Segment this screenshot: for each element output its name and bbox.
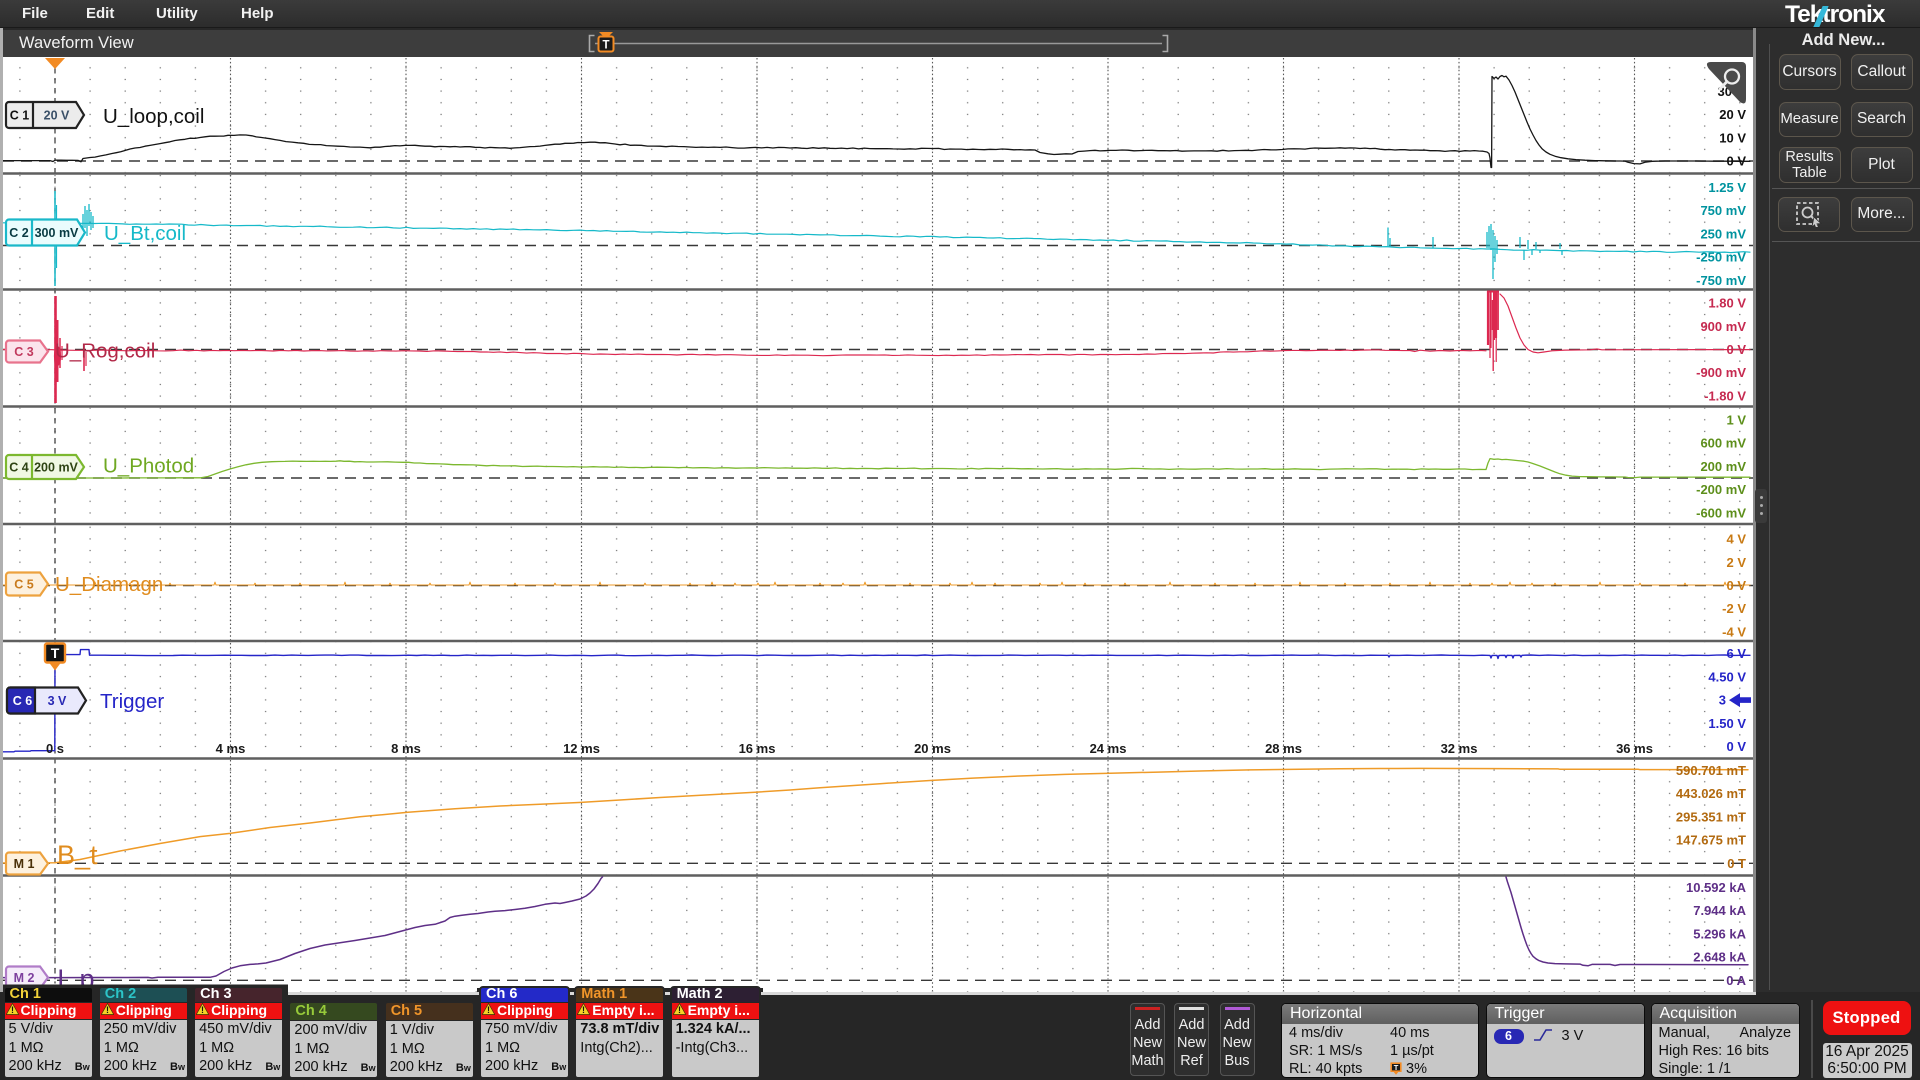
svg-text:0 V: 0 V [1726,342,1746,357]
svg-text:20 ms: 20 ms [914,741,951,756]
svg-text:M 1: M 1 [14,857,35,871]
svg-text:U_loop,coil: U_loop,coil [103,105,204,128]
svg-text:4 ms: 4 ms [216,741,246,756]
svg-text:2.648 kA: 2.648 kA [1693,950,1746,965]
svg-text:T: T [51,645,60,661]
svg-text:1.25 V: 1.25 V [1708,180,1746,195]
svg-text:T: T [602,40,609,52]
svg-text:!: ! [11,1005,14,1015]
svg-text:0 s: 0 s [46,741,64,756]
svg-text:250 mV: 250 mV [1700,226,1746,241]
svg-text:M 2: M 2 [14,971,35,985]
svg-text:C 3: C 3 [14,345,34,359]
svg-text:32 ms: 32 ms [1441,741,1478,756]
svg-text:-600 mV: -600 mV [1696,505,1746,520]
svg-text:2 V: 2 V [1726,555,1746,570]
svg-text:0 V: 0 V [1726,154,1746,169]
svg-text:C 2: C 2 [9,226,29,240]
svg-text:B_t: B_t [57,840,98,870]
svg-text:10.592 kA: 10.592 kA [1686,880,1747,895]
svg-text:900 mV: 900 mV [1700,319,1746,334]
svg-text:!: ! [678,1005,681,1015]
svg-text:-200 mV: -200 mV [1696,482,1746,497]
svg-text:16 ms: 16 ms [739,741,776,756]
svg-text:3 V: 3 V [48,694,67,708]
svg-text:C 6: C 6 [13,694,33,708]
svg-text:5.296 kA: 5.296 kA [1693,926,1746,941]
svg-text:3: 3 [1719,693,1726,708]
svg-text:-1.80 V: -1.80 V [1704,388,1746,403]
svg-text:20 V: 20 V [1719,107,1746,122]
svg-text:1.80 V: 1.80 V [1708,296,1746,311]
svg-text:U_Photod: U_Photod [103,455,194,478]
svg-text:28 ms: 28 ms [1265,741,1302,756]
svg-text:10 V: 10 V [1719,130,1746,145]
svg-text:590.701 mT: 590.701 mT [1676,763,1746,778]
svg-text:C 4: C 4 [9,461,29,475]
svg-text:-2 V: -2 V [1722,601,1746,616]
svg-text:6 V: 6 V [1726,646,1746,661]
svg-text:U_Diamagn: U_Diamagn [55,573,163,596]
svg-text:600 mV: 600 mV [1700,436,1746,451]
svg-text:12 ms: 12 ms [563,741,600,756]
svg-text:0 A: 0 A [1726,973,1746,988]
svg-text:-750 mV: -750 mV [1696,273,1746,288]
svg-text:8 ms: 8 ms [391,741,421,756]
svg-text:1 V: 1 V [1726,413,1746,428]
svg-text:!: ! [487,1005,490,1015]
svg-text:!: ! [106,1005,109,1015]
svg-text:!: ! [582,1005,585,1015]
svg-text:200 mV: 200 mV [1700,459,1746,474]
svg-text:7.944 kA: 7.944 kA [1693,903,1746,918]
svg-text:443.026 mT: 443.026 mT [1676,786,1746,801]
svg-text:36 ms: 36 ms [1616,741,1653,756]
svg-text:!: ! [201,1005,204,1015]
svg-text:20 V: 20 V [44,109,70,123]
svg-text:-250 mV: -250 mV [1696,250,1746,265]
svg-text:0 T: 0 T [1727,856,1746,871]
svg-text:4 V: 4 V [1726,532,1746,547]
svg-text:295.351 mT: 295.351 mT [1676,809,1746,824]
svg-text:300 mV: 300 mV [35,226,79,240]
svg-text:0 V: 0 V [1726,578,1746,593]
svg-text:24 ms: 24 ms [1090,741,1127,756]
svg-text:200 mV: 200 mV [34,461,78,475]
svg-text:0 V: 0 V [1726,739,1746,754]
svg-text:Trigger: Trigger [100,690,164,713]
svg-text:C 1: C 1 [10,109,30,123]
svg-text:4.50 V: 4.50 V [1708,669,1746,684]
svg-text:U_Bt,coil: U_Bt,coil [104,222,186,245]
svg-text:C 5: C 5 [14,578,34,592]
svg-text:750 mV: 750 mV [1700,203,1746,218]
svg-text:U_Rog,coil: U_Rog,coil [55,340,155,363]
svg-text:-900 mV: -900 mV [1696,365,1746,380]
svg-text:-4 V: -4 V [1722,624,1746,639]
svg-text:T: T [1394,1063,1399,1072]
svg-text:147.675 mT: 147.675 mT [1676,833,1746,848]
svg-text:1.50 V: 1.50 V [1708,716,1746,731]
